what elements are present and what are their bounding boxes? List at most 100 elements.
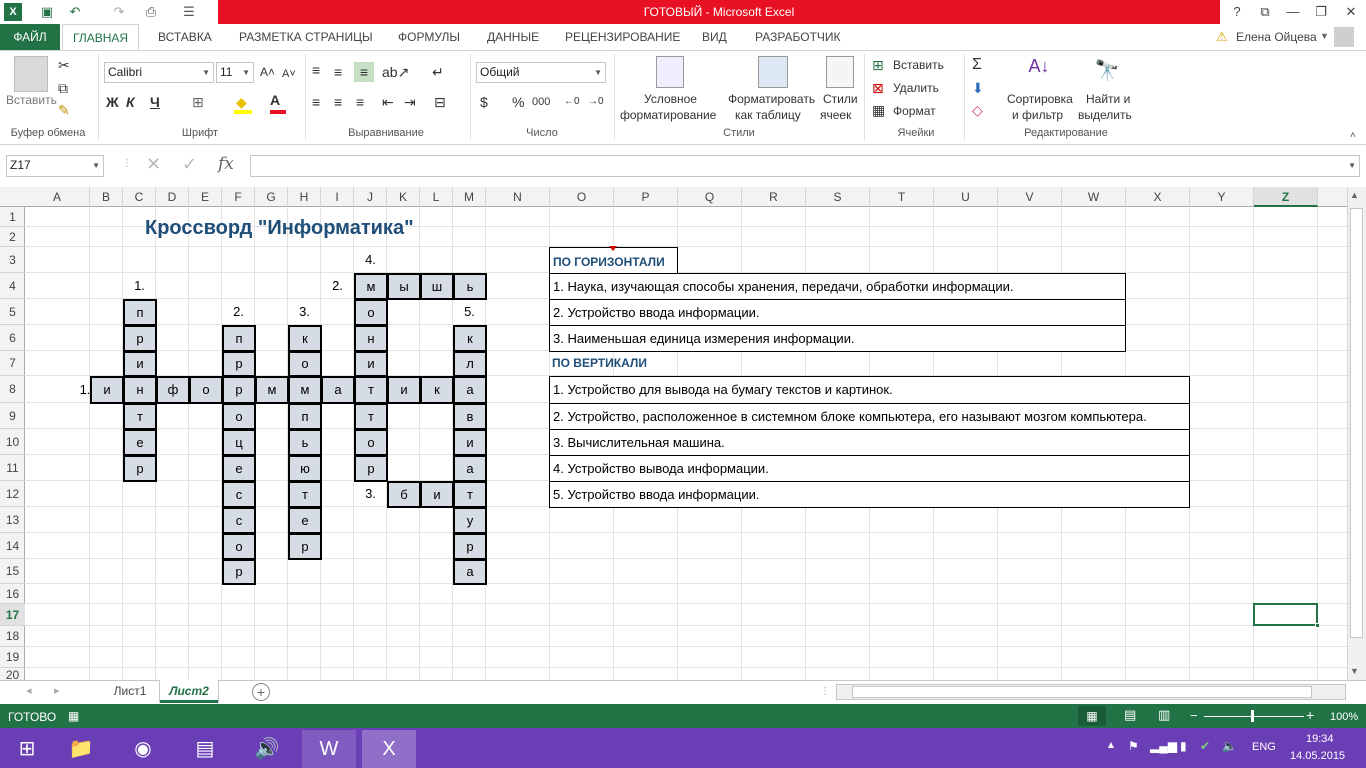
- crossword-cell[interactable]: к: [420, 376, 454, 404]
- sort-filter-icon[interactable]: A↓: [1022, 56, 1056, 88]
- column-header-d[interactable]: D: [156, 187, 189, 207]
- find-label-1[interactable]: Найти и: [1086, 92, 1130, 106]
- next-sheet-icon[interactable]: ▸: [54, 684, 60, 697]
- crossword-cell[interactable]: о: [189, 376, 223, 404]
- crossword-cell[interactable]: м: [255, 376, 289, 404]
- crossword-cell[interactable]: р: [222, 559, 256, 585]
- align-right-icon[interactable]: ≡: [356, 92, 364, 112]
- row-header-3[interactable]: 3: [0, 247, 25, 273]
- zoom-out-icon[interactable]: −: [1190, 708, 1198, 723]
- minimize-button[interactable]: —: [1278, 0, 1308, 24]
- percent-icon[interactable]: %: [512, 92, 524, 112]
- row-header-7[interactable]: 7: [0, 351, 25, 376]
- row-header-13[interactable]: 13: [0, 507, 25, 533]
- language-indicator[interactable]: ENG: [1252, 741, 1276, 753]
- tab-page-layout[interactable]: РАЗМЕТКА СТРАНИЦЫ: [229, 24, 383, 50]
- increase-font-icon[interactable]: A˄: [260, 62, 275, 82]
- crossword-cell[interactable]: б: [387, 481, 421, 508]
- crossword-cell[interactable]: ц: [222, 429, 256, 456]
- tab-review[interactable]: РЕЦЕНЗИРОВАНИЕ: [555, 24, 690, 50]
- crossword-cell[interactable]: а: [453, 376, 487, 404]
- find-label-2[interactable]: выделить: [1078, 108, 1132, 122]
- restore-button[interactable]: ❐: [1306, 0, 1336, 24]
- row-header-2[interactable]: 2: [0, 227, 25, 247]
- number-format-select[interactable]: Общий ▼: [476, 62, 606, 83]
- sheet-tab-list1[interactable]: Лист1: [102, 680, 158, 703]
- column-header-o[interactable]: O: [550, 187, 614, 207]
- row-header-10[interactable]: 10: [0, 429, 25, 455]
- crossword-cell[interactable]: ф: [156, 376, 190, 404]
- bold-button[interactable]: Ж: [106, 92, 119, 112]
- formula-input[interactable]: ▼: [250, 155, 1360, 177]
- crossword-cell[interactable]: ь: [453, 273, 487, 300]
- paste-button[interactable]: Вставить: [6, 93, 57, 107]
- crossword-cell[interactable]: е: [288, 507, 322, 534]
- row-header-11[interactable]: 11: [0, 455, 25, 481]
- column-header-c[interactable]: C: [123, 187, 156, 207]
- zoom-slider[interactable]: [1204, 716, 1304, 717]
- crossword-cell[interactable]: о: [222, 403, 256, 430]
- crossword-cell[interactable]: т: [288, 481, 322, 508]
- delete-cells-button[interactable]: Удалить: [893, 81, 939, 95]
- orientation-icon[interactable]: ab↗: [382, 62, 409, 82]
- crossword-cell[interactable]: в: [453, 403, 487, 430]
- volume-icon[interactable]: 🔈: [1222, 739, 1237, 753]
- crossword-cell[interactable]: е: [222, 455, 256, 482]
- align-top-icon[interactable]: ≡: [312, 60, 320, 80]
- avatar[interactable]: [1334, 27, 1354, 47]
- crossword-cell[interactable]: т: [123, 403, 157, 430]
- column-header-n[interactable]: N: [486, 187, 550, 207]
- zoom-slider-thumb[interactable]: [1251, 710, 1254, 722]
- row-header-6[interactable]: 6: [0, 325, 25, 351]
- conditional-format-icon[interactable]: [656, 56, 684, 88]
- crossword-cell[interactable]: и: [453, 429, 487, 456]
- paste-icon[interactable]: [14, 56, 48, 92]
- cut-icon[interactable]: ✂: [58, 55, 70, 75]
- currency-icon[interactable]: $: [480, 92, 488, 112]
- print-icon[interactable]: ⎙: [140, 2, 162, 22]
- column-header-w[interactable]: W: [1062, 187, 1126, 207]
- crossword-cell[interactable]: о: [354, 429, 388, 456]
- crossword-cell[interactable]: ы: [387, 273, 421, 300]
- crossword-cell[interactable]: о: [222, 533, 256, 560]
- crossword-cell[interactable]: с: [222, 507, 256, 534]
- cell-styles-label-2[interactable]: ячеек: [820, 108, 851, 122]
- row-header-14[interactable]: 14: [0, 533, 25, 559]
- crossword-cell[interactable]: с: [222, 481, 256, 508]
- crossword-cell[interactable]: р: [123, 325, 157, 352]
- crossword-cell[interactable]: и: [387, 376, 421, 404]
- crossword-cell[interactable]: и: [123, 351, 157, 377]
- row-header-16[interactable]: 16: [0, 584, 25, 604]
- comma-style-icon[interactable]: 000: [532, 92, 550, 112]
- align-middle-icon[interactable]: ≡: [334, 62, 342, 82]
- format-painter-icon[interactable]: ✎: [58, 100, 70, 120]
- row-header-5[interactable]: 5: [0, 299, 25, 325]
- redo-icon[interactable]: ↷: [108, 2, 130, 22]
- crossword-cell[interactable]: о: [354, 299, 388, 326]
- row-header-17[interactable]: 17: [0, 604, 25, 626]
- save-icon[interactable]: ▣: [36, 2, 58, 22]
- enter-entry-icon[interactable]: ✓: [182, 154, 197, 175]
- collapse-ribbon-icon[interactable]: ˄: [1350, 130, 1356, 141]
- copy-icon[interactable]: ⧉: [58, 78, 68, 98]
- column-header-z[interactable]: Z: [1254, 187, 1318, 207]
- row-header-19[interactable]: 19: [0, 647, 25, 668]
- delete-cells-icon[interactable]: ⊠: [872, 78, 884, 98]
- row-header-4[interactable]: 4: [0, 273, 25, 299]
- format-cells-button[interactable]: Формат: [893, 104, 936, 118]
- tab-formulas[interactable]: ФОРМУЛЫ: [388, 24, 470, 50]
- font-color-icon[interactable]: A: [270, 90, 280, 110]
- clear-icon[interactable]: ◇: [972, 100, 983, 120]
- crossword-cell[interactable]: у: [453, 507, 487, 534]
- battery-icon[interactable]: ▮: [1180, 739, 1187, 753]
- column-header-l[interactable]: L: [420, 187, 453, 207]
- tab-view[interactable]: ВИД: [692, 24, 737, 50]
- crossword-cell[interactable]: л: [453, 351, 487, 377]
- tab-home[interactable]: ГЛАВНАЯ: [62, 24, 140, 51]
- macro-record-icon[interactable]: ▦: [68, 709, 79, 723]
- close-button[interactable]: ✕: [1336, 0, 1366, 24]
- crossword-cell[interactable]: п: [288, 403, 322, 430]
- font-name-select[interactable]: Calibri ▼: [104, 62, 214, 83]
- column-header-u[interactable]: U: [934, 187, 998, 207]
- crossword-cell[interactable]: н: [354, 325, 388, 352]
